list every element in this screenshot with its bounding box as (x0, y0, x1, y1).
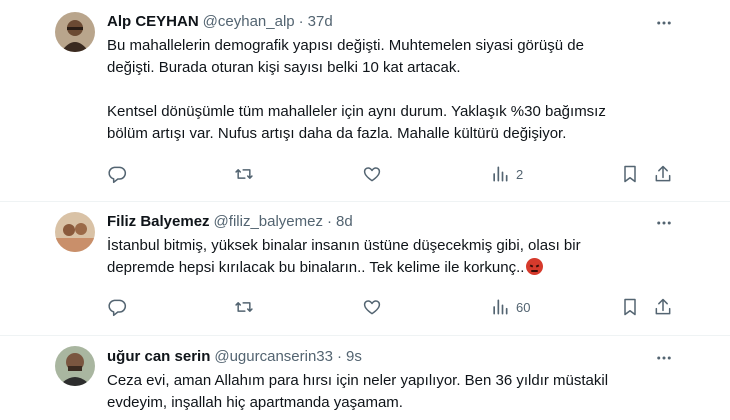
angry-face-emoji (526, 258, 544, 275)
more-icon (657, 221, 671, 225)
reply-icon (108, 299, 127, 317)
views-icon (493, 299, 508, 315)
timestamp[interactable]: 9s (346, 348, 362, 365)
tweet-line: İstanbul bitmiş, yüksek binalar insanın … (107, 237, 581, 254)
bookmark-button[interactable] (620, 163, 640, 185)
tweet-text: İstanbul bitmiş, yüksek binalar insanın … (107, 235, 707, 279)
views-icon (493, 166, 508, 182)
tweet-2[interactable]: Filiz Balyemez @filiz_balyemez · 8d İsta… (0, 202, 730, 338)
views-button[interactable]: 60 (490, 296, 530, 318)
more-icon (657, 356, 671, 360)
heart-icon (363, 300, 381, 315)
tweet-line: Bu mahallelerin demografik yapısı değişt… (107, 37, 584, 54)
author-name[interactable]: Filiz Balyemez (107, 213, 210, 230)
timestamp[interactable]: 37d (308, 13, 333, 30)
more-button[interactable] (652, 211, 676, 235)
share-icon (655, 165, 671, 182)
tweet-1[interactable]: Alp CEYHAN @ceyhan_alp · 37d Bu mahallel… (0, 0, 730, 205)
tweet-line: Ceza evi, aman Allahım para hırsı için n… (107, 372, 609, 389)
share-icon (655, 298, 671, 315)
share-button[interactable] (653, 296, 673, 318)
tweet-header: uğur can serin @ugurcanserin33 · 9s (107, 346, 362, 366)
reply-button[interactable] (107, 163, 127, 185)
bookmark-button[interactable] (620, 296, 640, 318)
reply-button[interactable] (107, 296, 127, 318)
avatar[interactable] (55, 212, 95, 252)
tweet-line: bölüm artışı var. Nufus artışı daha da f… (107, 125, 567, 142)
retweet-icon (235, 302, 253, 312)
action-bar: 2 (107, 163, 677, 185)
tweet-line: Kentsel dönüşümle tüm mahalleler için ay… (107, 103, 606, 120)
avatar[interactable] (55, 346, 95, 386)
author-handle[interactable]: @filiz_balyemez (214, 213, 323, 230)
tweet-3[interactable]: uğur can serin @ugurcanserin33 · 9s Ceza… (0, 336, 730, 420)
bookmark-icon (624, 298, 636, 316)
share-button[interactable] (653, 163, 673, 185)
retweet-button[interactable] (234, 296, 254, 318)
tweet-line: evdeyim, inşallah hiç apartmanda yaşamam… (107, 394, 403, 411)
avatar[interactable] (55, 12, 95, 52)
author-name[interactable]: Alp CEYHAN (107, 13, 199, 30)
views-count: 60 (516, 299, 531, 315)
timestamp[interactable]: 8d (336, 213, 353, 230)
tweet-line: depremde hepsi kırılacak bu binaların.. … (107, 259, 525, 276)
more-button[interactable] (652, 11, 676, 35)
tweet-header: Alp CEYHAN @ceyhan_alp · 37d (107, 11, 333, 31)
retweet-button[interactable] (234, 163, 254, 185)
separator-dot: · (337, 347, 342, 365)
views-count: 2 (516, 166, 524, 182)
tweet-line-with-emoji: depremde hepsi kırılacak bu binaların.. … (107, 257, 707, 279)
tweet-text: Ceza evi, aman Allahım para hırsı için n… (107, 370, 707, 414)
more-icon (657, 21, 671, 25)
author-handle[interactable]: @ugurcanserin33 (214, 348, 333, 365)
tweet-line-blank (107, 79, 707, 101)
author-handle[interactable]: @ceyhan_alp (203, 13, 295, 30)
action-bar: 60 (107, 296, 677, 318)
views-button[interactable]: 2 (490, 163, 523, 185)
separator-dot: · (326, 212, 332, 230)
heart-icon (363, 167, 381, 182)
like-button[interactable] (362, 296, 382, 318)
separator-dot: · (298, 12, 304, 30)
tweet-header: Filiz Balyemez @filiz_balyemez · 8d (107, 211, 353, 231)
tweet-text: Bu mahallelerin demografik yapısı değişt… (107, 35, 707, 145)
reply-icon (108, 166, 127, 184)
bookmark-icon (624, 165, 636, 183)
more-button[interactable] (652, 346, 676, 370)
like-button[interactable] (362, 163, 382, 185)
retweet-icon (235, 169, 253, 179)
tweet-line: değişti. Burada oturan kişi sayısı belki… (107, 59, 461, 76)
author-name[interactable]: uğur can serin (107, 348, 210, 365)
